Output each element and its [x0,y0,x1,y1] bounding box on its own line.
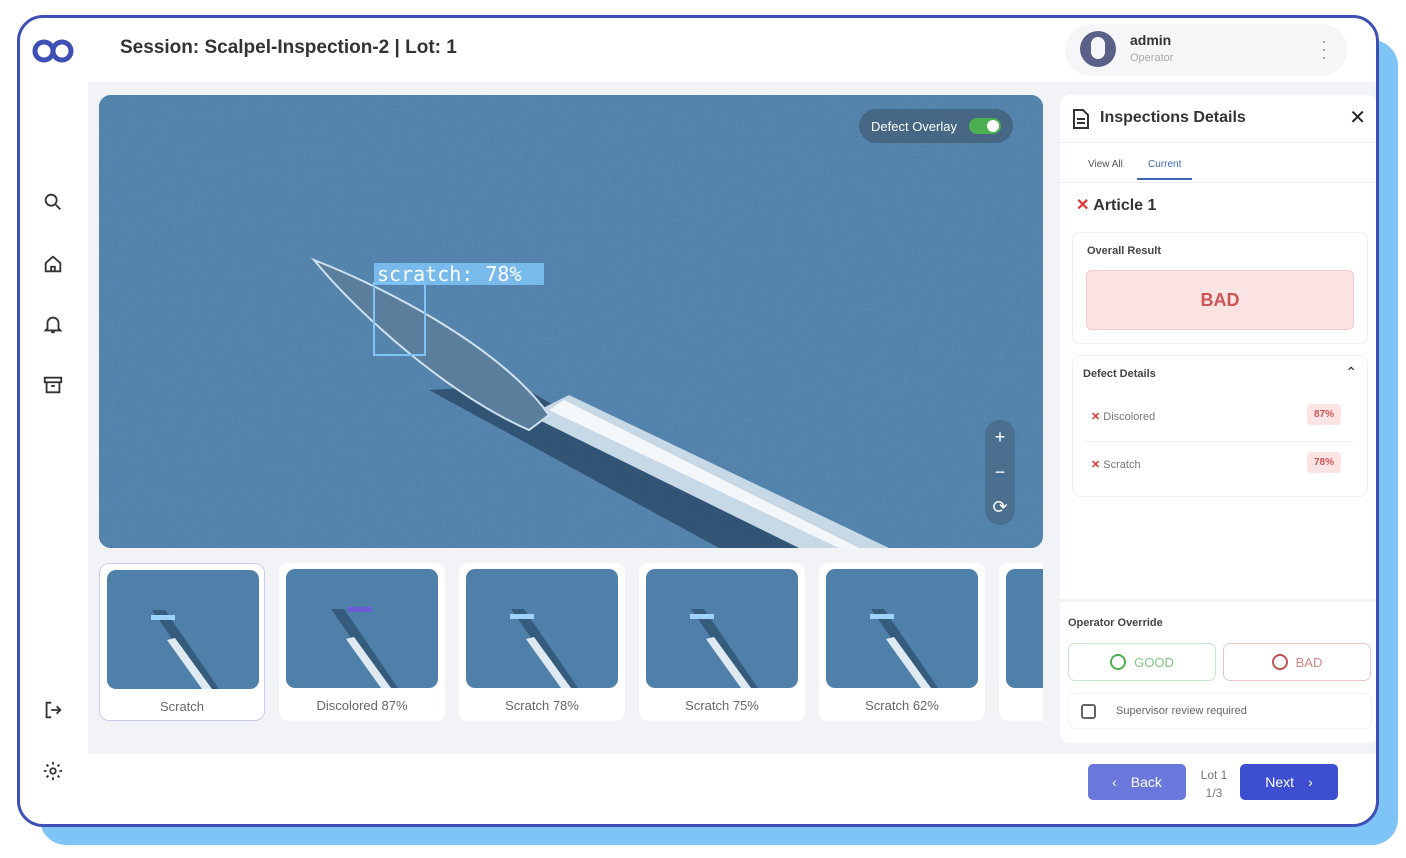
user-role: Operator [1130,52,1174,64]
thumbnail-image [286,569,438,688]
thumbnail-image [107,570,259,689]
zoom-in-button[interactable]: + [985,420,1015,455]
collapse-chevron-icon[interactable]: ⌃ [1345,364,1357,381]
app-window: Session: Scalpel-Inspection-2 | Lot: 1 a… [17,15,1379,827]
lot-page: 1/3 [1205,786,1223,800]
zoom-out-button[interactable]: − [985,455,1015,490]
next-button[interactable]: Next › [1240,764,1338,800]
thumbnail-card[interactable]: Discolored 87% [279,563,445,721]
override-good-button[interactable]: GOOD [1068,643,1216,681]
overall-result-label: Overall Result [1087,245,1161,257]
thumbnail-card[interactable]: Scratch 75% [639,563,805,721]
defect-details-card: Defect Details ⌃ ✕ Discolored 87% ✕ Scrat… [1072,355,1368,497]
supervisor-review-checkbox[interactable]: Supervisor review required [1068,693,1372,729]
defect-row[interactable]: ✕ Scratch 78% [1083,442,1353,490]
thumbnail-label: Discolored 87% [316,698,408,713]
defect-name: Discolored [1103,411,1156,423]
close-icon[interactable]: ✕ [1349,105,1366,130]
logout-icon[interactable] [42,699,64,721]
defect-details-label: Defect Details [1083,368,1156,380]
operator-override-label: Operator Override [1068,617,1163,629]
more-options-icon[interactable]: · · · [1321,32,1327,66]
thumbnail-label: Scratch 62% [865,698,939,713]
archive-icon[interactable] [42,374,64,396]
bad-label: BAD [1295,654,1323,670]
logo-icon [32,39,74,63]
good-label: GOOD [1134,654,1174,670]
zoom-controls: + − ⟳ [985,420,1015,525]
overall-result-badge: BAD [1086,270,1354,330]
thumbnail-image [466,569,618,688]
defect-row[interactable]: ✕ Discolored 87% [1083,394,1353,442]
document-icon [1073,109,1089,129]
inspection-details-panel: Inspections Details ✕ View All Current ✕… [1060,95,1376,743]
detection-label: scratch: 78% [377,262,522,286]
gear-icon[interactable] [42,760,64,782]
defect-overlay-toggle[interactable]: Defect Overlay [859,109,1013,143]
reset-view-button[interactable]: ⟳ [985,490,1015,525]
panel-title: Inspections Details [1100,109,1246,126]
fail-icon: ✕ [1076,197,1090,214]
checkbox-icon[interactable] [1081,704,1096,719]
defect-score: 78% [1306,452,1341,473]
back-button[interactable]: ‹ Back [1088,764,1186,800]
defect-name: Scratch [1103,459,1141,471]
thumbnail-card[interactable]: Scratch 62% [819,563,985,721]
override-bad-button[interactable]: BAD [1223,643,1371,681]
article-title: Article 1 [1093,197,1157,214]
thumbnail-card[interactable]: Scratch [99,563,265,721]
avatar [1080,31,1116,67]
scalpel-image [99,95,1043,548]
tab-view-all[interactable]: View All [1088,159,1123,170]
bell-icon[interactable] [42,313,64,335]
thumbnail-label: Scratch 78% [505,698,579,713]
thumbnail-image [826,569,978,688]
search-icon[interactable] [42,191,64,213]
thumbnail-image [646,569,798,688]
home-icon[interactable] [42,253,64,275]
chevron-left-icon: ‹ [1112,774,1117,790]
session-title: Session: Scalpel-Inspection-2 | Lot: 1 [120,37,457,58]
back-label: Back [1130,774,1162,790]
thumbnail-label: Scratch [159,699,205,714]
chevron-right-icon: › [1308,774,1313,790]
defect-overlay-label: Defect Overlay [871,118,957,134]
thumbnail-label: Scratch 75% [685,698,759,713]
user-menu[interactable]: admin Operator · · · [1065,24,1347,76]
toggle-switch[interactable] [969,118,1001,134]
inspection-image-viewer[interactable]: scratch: 78% Defect Overlay + − ⟳ [99,95,1043,548]
tab-current[interactable]: Current [1137,159,1193,180]
lot-label: Lot 1 [1200,768,1228,782]
thumbnail-card[interactable] [999,563,1043,721]
thumbnail-strip[interactable]: Scratch Discolored 87% Scratch 78% Scratch … [99,563,1043,723]
radio-icon [1110,654,1127,670]
user-name: admin [1130,32,1172,48]
defect-score: 87% [1306,404,1341,425]
radio-icon [1271,654,1288,670]
next-label: Next [1265,774,1295,790]
thumbnail-card[interactable]: Scratch 78% [459,563,625,721]
supervisor-review-label: Supervisor review required [1116,705,1247,717]
thumbnail-image [1006,569,1043,688]
overall-result-card: Overall Result BAD [1072,232,1368,344]
